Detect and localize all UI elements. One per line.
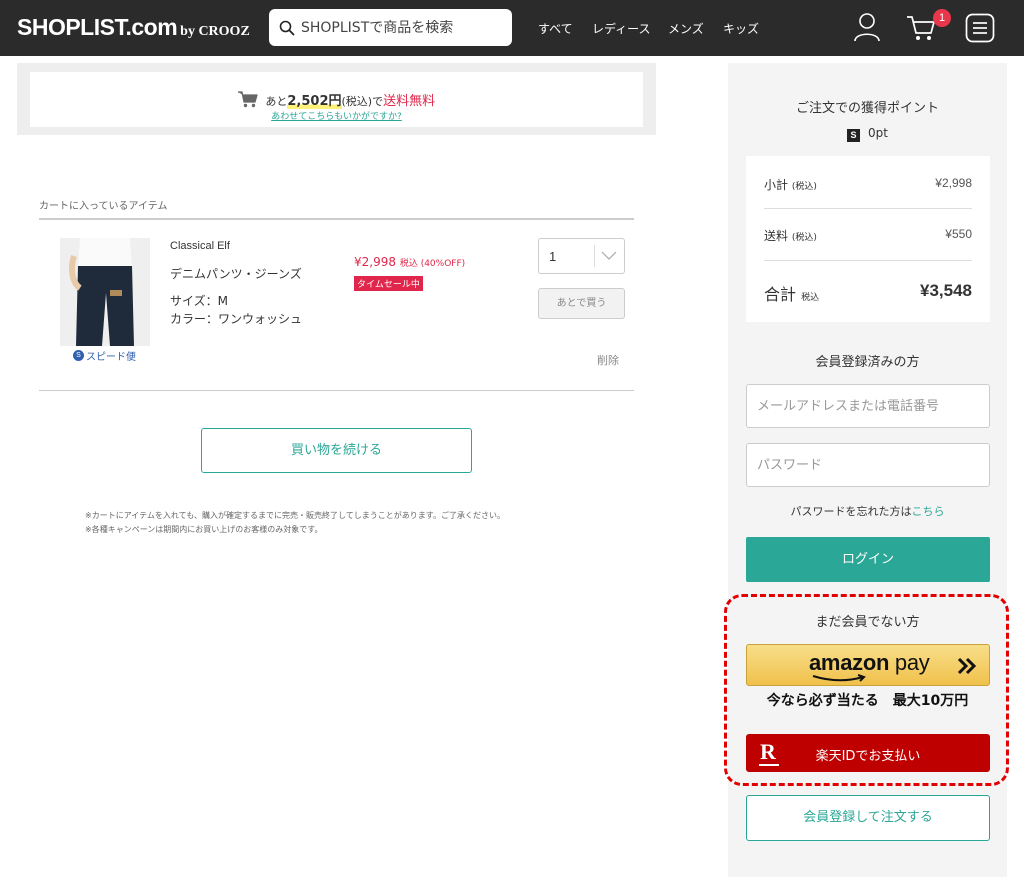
total-value: ¥3,548 [920,281,972,300]
search-icon [279,20,295,35]
forgot-password: パスワードを忘れた方はこちら [790,505,945,518]
amazon-pay-logo: amazon pay [809,650,930,675]
double-chevron-right-icon [957,657,977,675]
site-header: SHOPLIST.comby CROOZ すべて レディース メンズ キッズ 1 [0,0,1024,56]
order-summary: 小計 (税込) ¥2,998 送料 (税込) ¥550 合計 税込 ¥3,548 [746,156,990,322]
points-title: ご注文での獲得ポイント [795,101,939,116]
save-for-later-button[interactable]: あとで買う [538,288,625,319]
login-button[interactable]: ログイン [746,537,990,582]
amazon-smile-icon [812,674,866,682]
divider [39,218,634,220]
email-field[interactable] [746,384,990,428]
register-and-order-button[interactable]: 会員登録して注文する [746,795,990,841]
site-logo[interactable]: SHOPLIST.com by CROOZ [17,14,250,41]
continue-shopping-button[interactable]: 買い物を続ける [201,428,472,473]
member-login-heading: 会員登録済みの方 [815,355,920,370]
cart-count-badge: 1 [933,9,951,27]
recommend-link[interactable]: あわせてこちらもいかがですか? [30,109,643,122]
speed-icon: S [73,350,84,361]
search-input[interactable] [301,19,501,36]
user-icon[interactable] [853,11,881,43]
speed-delivery-label: S スピード便 [73,348,136,363]
cart-section-label: カートに入っているアイテム [39,201,168,212]
product-name[interactable]: デニムパンツ・ジーンズ [170,265,302,282]
time-sale-badge: タイムセール中 [354,276,423,291]
chevron-down-icon [601,251,617,260]
delete-link[interactable]: 削除 [597,352,619,368]
shipping-banner: あと2,502円(税込)で送料無料 あわせてこちらもいかがですか? [30,72,643,127]
cart-small-icon [237,91,258,108]
quantity-select[interactable]: 1 [538,238,625,274]
product-color: カラー：ワンウォッシュ [170,312,303,326]
divider [39,390,634,391]
cart-note: ※カートにアイテムを入れても、購入が確定するまでに完売・販売終了してしまうことが… [85,511,505,520]
campaign-note: ※各種キャンペーンは期間内にお買い上げのお客様のみ対象です。 [85,525,323,534]
password-field[interactable] [746,443,990,487]
nav-ladies[interactable]: レディース [592,20,651,37]
search-bar[interactable] [269,9,512,46]
menu-icon[interactable] [965,13,995,43]
nav-mens[interactable]: メンズ [668,20,704,37]
product-brand[interactable]: Classical Elf [170,240,230,252]
nav-all[interactable]: すべて [538,20,573,37]
amazon-pay-promo: 今なら必ず当たる 最大10万円 [766,693,969,709]
guest-heading: まだ会員でない方 [815,615,920,630]
amazon-pay-button[interactable]: amazon pay [746,644,990,686]
points-icon: S [847,129,861,142]
product-size: サイズ：M [170,294,228,308]
shipping-value: ¥550 [945,227,972,241]
product-price: ¥2,998 税込 (40%OFF) [354,255,466,269]
rakuten-pay-button[interactable]: R 楽天IDでお支払い [746,734,990,772]
cart-icon[interactable] [906,13,936,43]
forgot-password-link[interactable]: こちら [912,505,945,518]
points-value: S 0pt [728,126,1007,142]
product-image[interactable] [60,238,150,346]
nav-kids[interactable]: キッズ [723,20,759,37]
remaining-amount: 2,502円 [287,94,342,109]
subtotal-value: ¥2,998 [935,176,972,190]
free-shipping-message: あと2,502円(税込)で送料無料 [30,90,643,109]
